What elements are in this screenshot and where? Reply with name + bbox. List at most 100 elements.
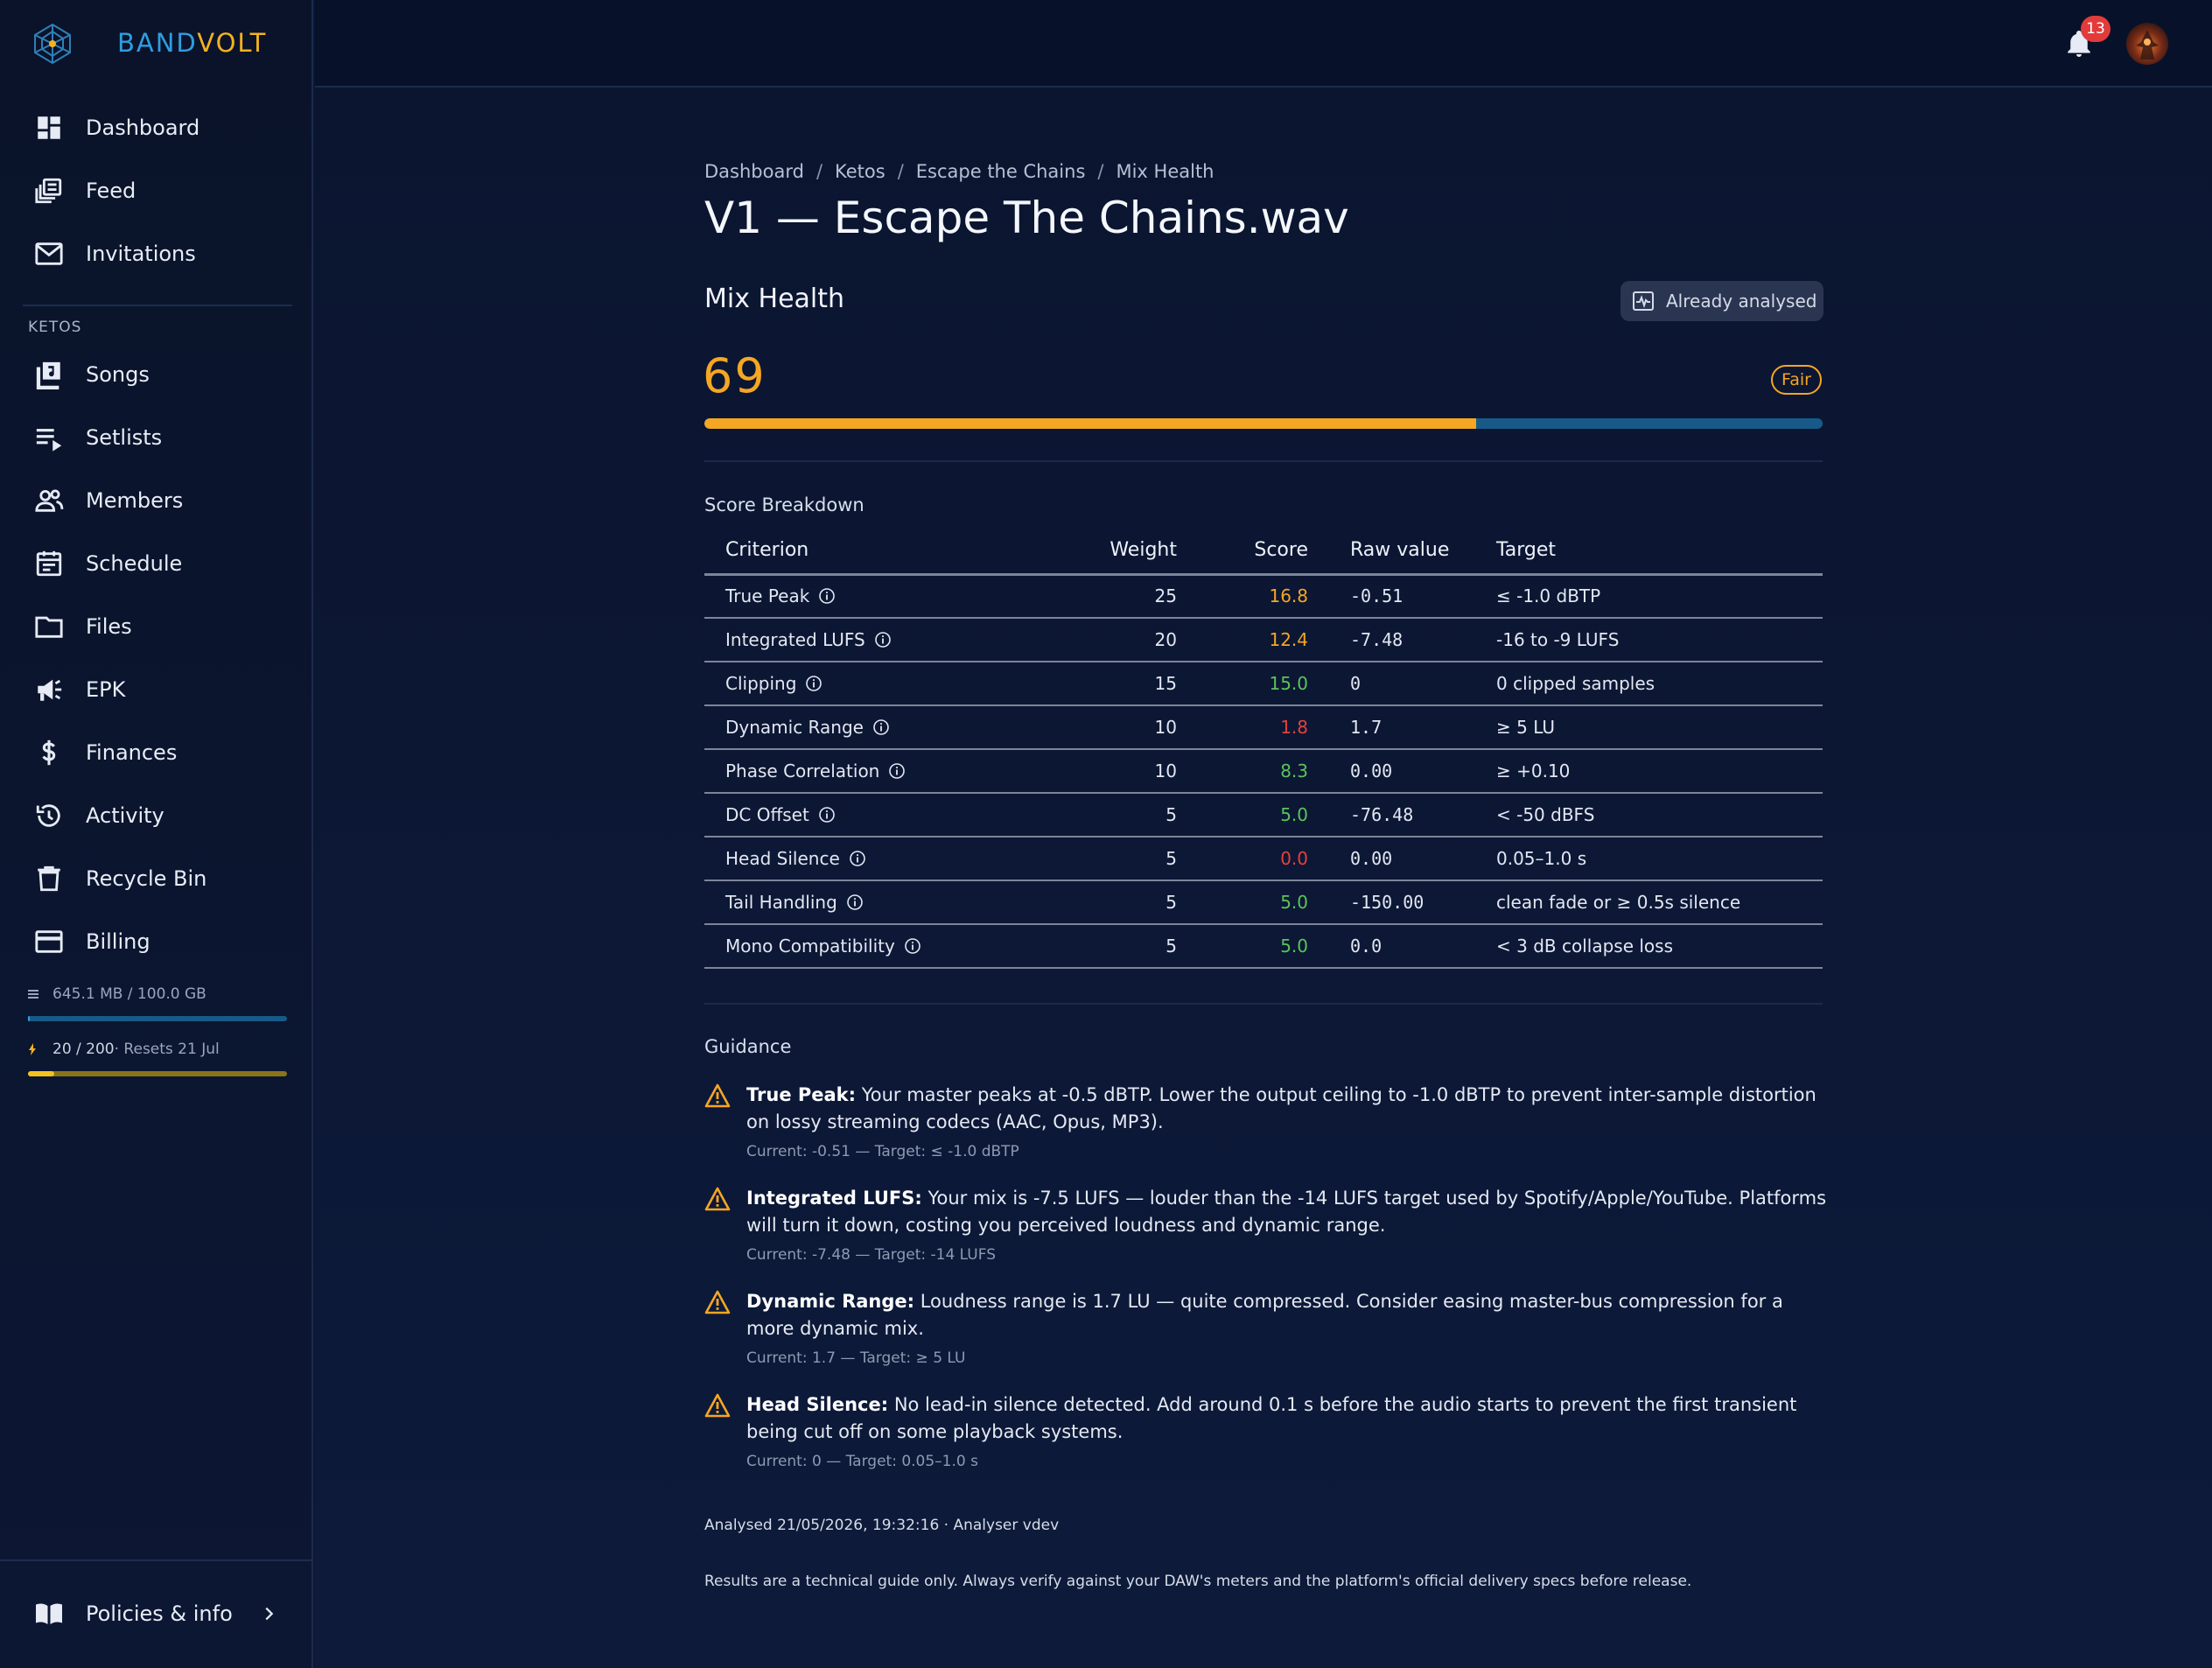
weight-cell: 5 bbox=[1046, 880, 1177, 925]
criterion-cell: Mono Compatibility bbox=[704, 924, 1046, 969]
already-analysed-label: Already analysed bbox=[1666, 291, 1817, 312]
info-icon[interactable] bbox=[874, 631, 892, 648]
score-breakdown-table: Criterion Weight Score Raw value Target … bbox=[704, 527, 1823, 969]
criterion-label: DC Offset bbox=[725, 804, 809, 825]
info-icon[interactable] bbox=[849, 850, 866, 867]
sidebar-item-setlists[interactable]: Setlists bbox=[0, 411, 312, 464]
info-icon[interactable] bbox=[805, 675, 822, 692]
analysed-timestamp: Analysed 21/05/2026, 19:32:16 · Analyser… bbox=[704, 1517, 1060, 1534]
breadcrumb-song[interactable]: Escape the Chains bbox=[916, 161, 1086, 182]
history-icon bbox=[33, 800, 65, 831]
sidebar-item-policies[interactable]: Policies & info bbox=[0, 1587, 312, 1640]
credit-card-icon bbox=[33, 926, 65, 957]
sidebar-item-billing[interactable]: Billing bbox=[0, 915, 312, 968]
raw-value-cell: -7.48 bbox=[1308, 618, 1489, 662]
waveform-icon bbox=[1633, 291, 1654, 311]
table-row: Head Silence 5 0.0 0.00 0.05–1.0 s bbox=[704, 837, 1823, 881]
sidebar-item-invitations[interactable]: Invitations bbox=[0, 228, 312, 280]
brand[interactable]: BANDVOLT bbox=[32, 21, 265, 67]
guidance-heading: Dynamic Range: bbox=[746, 1291, 915, 1312]
sidebar-item-label: Feed bbox=[86, 179, 136, 203]
sidebar-item-recycle-bin[interactable]: Recycle Bin bbox=[0, 852, 312, 905]
criterion-cell: Integrated LUFS bbox=[704, 618, 1046, 662]
sidebar-item-dashboard[interactable]: Dashboard bbox=[0, 102, 312, 154]
guidance-body: Your master peaks at -0.5 dBTP. Lower th… bbox=[746, 1084, 1816, 1132]
header-raw-value: Raw value bbox=[1308, 527, 1489, 576]
sidebar-item-files[interactable]: Files bbox=[0, 600, 312, 653]
storage-usage: 645.1 MB / 100.0 GB bbox=[28, 985, 206, 1003]
rating-badge: Fair bbox=[1771, 365, 1822, 395]
guidance-text: Integrated LUFS: Your mix is -7.5 LUFS —… bbox=[746, 1185, 1828, 1239]
sidebar-item-feed[interactable]: Feed bbox=[0, 165, 312, 217]
breadcrumb-dashboard[interactable]: Dashboard bbox=[704, 161, 804, 182]
user-avatar[interactable] bbox=[2126, 23, 2168, 65]
music-library-icon bbox=[33, 359, 65, 390]
folder-icon bbox=[33, 611, 65, 642]
sidebar-item-schedule[interactable]: Schedule bbox=[0, 537, 312, 590]
info-icon[interactable] bbox=[872, 718, 890, 736]
notifications-badge: 13 bbox=[2081, 16, 2110, 42]
divider bbox=[704, 460, 1823, 462]
sidebar-item-label: Songs bbox=[86, 362, 150, 387]
raw-value-cell: 1.7 bbox=[1308, 705, 1489, 750]
storage-bar bbox=[28, 1016, 287, 1021]
guidance-body: No lead-in silence detected. Add around … bbox=[746, 1394, 1797, 1442]
criterion-label: Head Silence bbox=[725, 848, 840, 869]
target-cell: 0 clipped samples bbox=[1489, 662, 1823, 706]
top-bar bbox=[315, 0, 2212, 88]
weight-cell: 10 bbox=[1046, 705, 1177, 750]
sidebar-item-members[interactable]: Members bbox=[0, 474, 312, 527]
guidance-current-target: Current: -0.51 — Target: ≤ -1.0 dBTP bbox=[746, 1143, 1019, 1160]
sidebar-item-epk[interactable]: EPK bbox=[0, 663, 312, 716]
sidebar-item-label: Setlists bbox=[86, 425, 163, 450]
criterion-label: Tail Handling bbox=[725, 892, 837, 913]
score-cell: 15.0 bbox=[1177, 662, 1308, 706]
info-icon[interactable] bbox=[904, 937, 921, 955]
weight-cell: 25 bbox=[1046, 574, 1177, 619]
mix-health-score: 69 bbox=[703, 348, 766, 403]
table-row: Clipping 15 15.0 0 0 clipped samples bbox=[704, 662, 1823, 706]
info-icon[interactable] bbox=[818, 806, 836, 823]
sidebar-item-songs[interactable]: Songs bbox=[0, 348, 312, 401]
score-cell: 8.3 bbox=[1177, 749, 1308, 794]
table-row: Tail Handling 5 5.0 -150.00 clean fade or ≥ … bbox=[704, 880, 1823, 925]
warning-icon bbox=[704, 1187, 731, 1211]
score-cell: 5.0 bbox=[1177, 793, 1308, 838]
info-icon[interactable] bbox=[818, 587, 836, 605]
sidebar-footer-divider bbox=[0, 1559, 312, 1561]
mail-icon bbox=[33, 238, 65, 270]
breadcrumb-separator: / bbox=[897, 161, 904, 182]
score-cell: 1.8 bbox=[1177, 705, 1308, 750]
table-header-row: Criterion Weight Score Raw value Target bbox=[704, 527, 1823, 576]
weight-cell: 10 bbox=[1046, 749, 1177, 794]
storage-text: 645.1 MB / 100.0 GB bbox=[52, 985, 206, 1003]
criterion-cell: Head Silence bbox=[704, 837, 1046, 881]
sidebar-item-activity[interactable]: Activity bbox=[0, 789, 312, 842]
already-analysed-button[interactable]: Already analysed bbox=[1620, 281, 1824, 321]
credits-reset: · Resets 21 Jul bbox=[114, 1041, 220, 1058]
info-icon[interactable] bbox=[888, 762, 906, 780]
sidebar-item-label: Activity bbox=[86, 803, 164, 828]
guidance-heading: Head Silence: bbox=[746, 1394, 889, 1415]
people-icon bbox=[33, 485, 65, 516]
guidance-heading: True Peak: bbox=[746, 1084, 857, 1105]
score-cell: 0.0 bbox=[1177, 837, 1308, 881]
breadcrumb-band[interactable]: Ketos bbox=[835, 161, 886, 182]
header-target: Target bbox=[1489, 527, 1823, 576]
info-icon[interactable] bbox=[846, 894, 864, 911]
chevron-right-icon bbox=[265, 1607, 274, 1621]
criterion-label: Phase Correlation bbox=[725, 760, 880, 781]
raw-value-cell: 0 bbox=[1308, 662, 1489, 706]
guidance-text: Head Silence: No lead-in silence detecte… bbox=[746, 1391, 1828, 1446]
raw-value-cell: 0.00 bbox=[1308, 749, 1489, 794]
target-cell: 0.05–1.0 s bbox=[1489, 837, 1823, 881]
target-cell: < 3 dB collapse loss bbox=[1489, 924, 1823, 969]
criterion-cell: Phase Correlation bbox=[704, 749, 1046, 794]
breadcrumb-separator: / bbox=[1097, 161, 1104, 182]
dollar-icon bbox=[33, 737, 65, 768]
header-score: Score bbox=[1177, 527, 1308, 576]
guidance-text: Dynamic Range: Loudness range is 1.7 LU … bbox=[746, 1288, 1828, 1342]
sidebar-item-finances[interactable]: Finances bbox=[0, 726, 312, 779]
brand-name: BANDVOLT bbox=[117, 28, 268, 58]
dashboard-icon bbox=[33, 112, 65, 144]
